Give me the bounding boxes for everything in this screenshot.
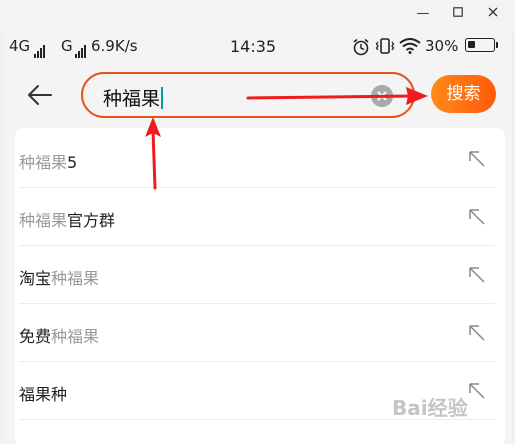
maximize-icon	[453, 7, 463, 17]
back-arrow-icon[interactable]	[25, 80, 55, 110]
fill-query-arrow-icon[interactable]	[467, 149, 487, 169]
maximize-button[interactable]	[443, 4, 473, 24]
suggestion-text: 福果种	[19, 381, 67, 405]
fill-query-arrow-icon[interactable]	[467, 265, 487, 285]
battery-icon	[465, 38, 495, 52]
suggestion-text: 种福果官方群	[19, 207, 115, 231]
minimize-button[interactable]: —	[408, 4, 438, 24]
suggestion-prefix: 免费	[19, 327, 52, 346]
network-g-label: G	[61, 37, 73, 55]
vibrate-icon	[375, 38, 395, 54]
search-query-value: 种福果	[103, 88, 161, 110]
close-icon	[488, 7, 498, 17]
search-button[interactable]: 搜索	[431, 75, 496, 113]
list-item[interactable]: 种福果5	[15, 130, 505, 188]
signal-icon	[34, 40, 46, 58]
suggestion-match: 种福果	[51, 269, 100, 288]
list-item[interactable]: 种福果官方群	[15, 188, 505, 246]
search-input[interactable]: 种福果	[81, 72, 415, 118]
clock: 14:35	[230, 37, 277, 56]
search-query-text: 种福果	[103, 84, 164, 111]
fill-query-arrow-icon[interactable]	[467, 381, 487, 401]
battery-tip	[496, 42, 498, 48]
suggestion-prefix: 福果种	[19, 385, 68, 404]
network-4g-label: 4G	[9, 37, 31, 55]
fill-query-arrow-icon[interactable]	[467, 207, 487, 227]
status-bar: 4G G 6.9K/s 14:35 30%	[3, 30, 512, 62]
close-window-button[interactable]	[478, 4, 508, 24]
suggestion-rest: 官方群	[67, 211, 116, 230]
suggestion-match: 种福果	[19, 153, 68, 172]
phone-screen: 4G G 6.9K/s 14:35 30% 种福果 搜索 种福果5 种福果官方群…	[3, 30, 512, 444]
suggestion-text: 淘宝种福果	[19, 265, 99, 289]
list-item[interactable]: 淘宝种福果	[15, 246, 505, 304]
list-item[interactable]: 免费种福果	[15, 304, 505, 362]
fill-query-arrow-icon[interactable]	[467, 323, 487, 343]
wifi-icon	[399, 38, 421, 54]
suggestion-match: 种福果	[51, 327, 100, 346]
suggestion-text: 种福果5	[19, 149, 77, 173]
text-caret	[161, 87, 164, 109]
suggestion-prefix: 淘宝	[19, 269, 52, 288]
window-titlebar: —	[0, 0, 515, 30]
suggestion-match: 种福果	[19, 211, 68, 230]
signal-icon	[75, 40, 87, 58]
clear-input-icon[interactable]	[371, 85, 393, 107]
suggestion-rest: 5	[67, 153, 78, 172]
alarm-icon	[353, 38, 369, 56]
network-speed: 6.9K/s	[91, 37, 138, 55]
battery-percent: 30%	[425, 37, 459, 55]
suggestion-text: 免费种福果	[19, 323, 99, 347]
watermark-logo: Bai经验	[392, 396, 468, 420]
